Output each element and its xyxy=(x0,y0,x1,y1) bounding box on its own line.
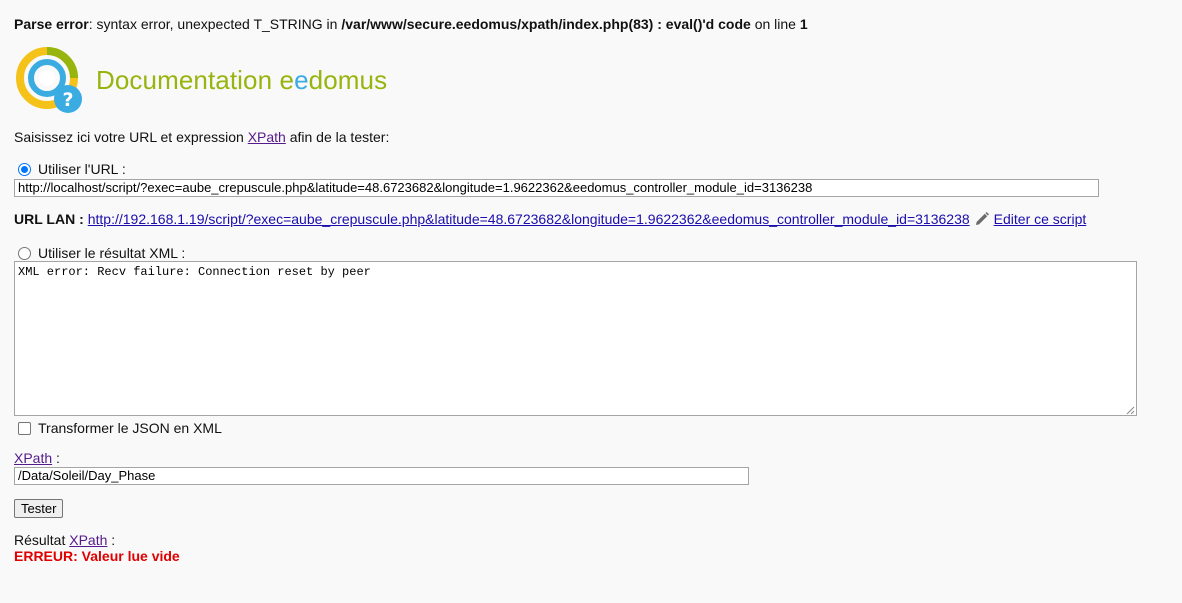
parse-error-text: : syntax error, unexpected T_STRING in xyxy=(88,16,342,32)
url-lan-label: URL LAN : xyxy=(14,211,84,227)
xpath-label: XPath : xyxy=(14,450,60,466)
use-url-radio[interactable] xyxy=(18,162,31,176)
result-xpath-link[interactable]: XPath xyxy=(69,532,107,548)
xml-result-content: XML error: Recv failure: Connection rese… xyxy=(18,265,371,279)
xpath-link[interactable]: XPath xyxy=(14,450,52,466)
url-lan-link[interactable]: http://192.168.1.19/script/?exec=aube_cr… xyxy=(88,211,970,227)
url-input[interactable]: http://localhost/script/?exec=aube_crepu… xyxy=(14,179,1099,197)
json-to-xml-checkbox[interactable] xyxy=(18,421,31,435)
intro-xpath-link[interactable]: XPath xyxy=(248,129,286,145)
resize-grip-icon[interactable] xyxy=(1126,405,1135,415)
xpath-input[interactable]: /Data/Soleil/Day_Phase xyxy=(14,467,749,485)
svg-text:?: ? xyxy=(62,89,73,111)
page: Parse error: syntax error, unexpected T_… xyxy=(14,15,1164,564)
page-title: Documentation eedomus xyxy=(96,64,388,95)
edit-script-link[interactable]: Editer ce script xyxy=(994,211,1087,227)
parse-error-file: /var/www/secure.eedomus/xpath/index.php(… xyxy=(341,16,751,32)
use-url-option[interactable]: Utiliser l'URL : xyxy=(18,160,126,178)
json-to-xml-label: Transformer le JSON en XML xyxy=(38,420,222,436)
parse-error-message: Parse error: syntax error, unexpected T_… xyxy=(14,15,1164,33)
use-xml-option[interactable]: Utiliser le résultat XML : xyxy=(18,244,185,262)
use-url-label: Utiliser l'URL : xyxy=(38,161,126,177)
eedomus-logo-icon: ? xyxy=(14,45,84,115)
parse-error-line-text: on line xyxy=(750,16,800,32)
result-label: Résultat XPath : xyxy=(14,532,116,548)
use-xml-radio[interactable] xyxy=(18,246,31,260)
intro-text: Saisissez ici votre URL et expression XP… xyxy=(14,129,390,145)
url-lan-row: URL LAN : http://192.168.1.19/script/?ex… xyxy=(14,211,1086,227)
parse-error-line: 1 xyxy=(799,16,808,32)
xml-result-textarea[interactable]: XML error: Recv failure: Connection rese… xyxy=(14,261,1137,416)
pencil-icon[interactable] xyxy=(974,211,990,227)
use-xml-label: Utiliser le résultat XML : xyxy=(38,245,186,261)
result-error-message: ERREUR: Valeur lue vide xyxy=(14,548,180,564)
page-header: ? Documentation eedomus xyxy=(14,45,387,115)
json-to-xml-option[interactable]: Transformer le JSON en XML xyxy=(18,419,222,437)
parse-error-label: Parse error xyxy=(14,16,89,32)
test-button[interactable]: Tester xyxy=(14,499,64,518)
